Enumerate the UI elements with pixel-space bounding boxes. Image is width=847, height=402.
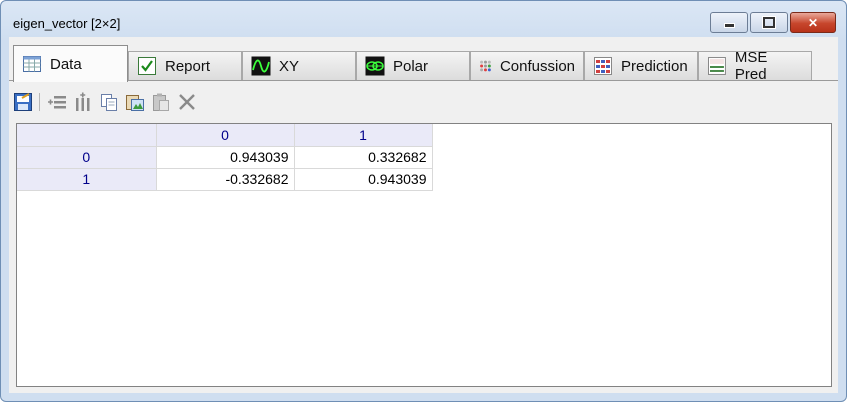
minimize-icon — [723, 23, 735, 28]
tab-polar[interactable]: Polar — [356, 51, 470, 80]
delete-button[interactable] — [176, 92, 197, 113]
tab-label: Data — [50, 55, 82, 73]
insert-rows-button[interactable] — [46, 92, 67, 113]
tab-label: XY — [279, 57, 300, 75]
table-row: 0 0.943039 0.332682 — [17, 146, 433, 169]
insert-columns-icon — [75, 92, 89, 111]
row-header[interactable]: 0 — [17, 146, 157, 169]
data-grid[interactable]: 0 1 0 0.943039 0.332682 1 -0.332682 0.94… — [16, 123, 832, 387]
tab-report[interactable]: Report — [128, 51, 242, 80]
maximize-icon — [762, 16, 776, 29]
edit-image-button[interactable] — [12, 92, 33, 113]
colored-grid-icon — [594, 57, 612, 75]
paste-icon — [152, 93, 169, 111]
tab-data[interactable]: Data — [13, 45, 128, 82]
polar-plot-icon — [365, 56, 385, 76]
toolbar-separator — [39, 93, 40, 111]
checkmark-icon — [138, 57, 156, 75]
tab-bar: Data Report XY Polar Confussion Predicti… — [13, 45, 812, 83]
copy-icon — [100, 94, 117, 111]
grid-icon — [23, 56, 41, 72]
tab-confussion[interactable]: Confussion — [470, 51, 584, 80]
window-controls: ✕ — [710, 12, 836, 33]
minimize-button[interactable] — [710, 12, 748, 33]
table-cell[interactable]: 0.943039 — [294, 168, 433, 191]
client-area: Data Report XY Polar Confussion Predicti… — [9, 37, 838, 393]
tab-label: Polar — [393, 57, 429, 75]
window: eigen_vector [2×2] ✕ Data Report XY Pola… — [0, 0, 847, 402]
mse-icon — [707, 57, 726, 75]
delete-icon — [178, 94, 195, 110]
header-row: 0 1 — [17, 124, 433, 147]
insert-columns-button[interactable] — [72, 92, 93, 113]
tab-mse-pred[interactable]: MSE Pred — [698, 49, 812, 83]
table-cell[interactable]: -0.332682 — [156, 168, 295, 191]
column-header[interactable]: 0 — [156, 124, 295, 147]
close-icon: ✕ — [807, 15, 819, 30]
insert-rows-icon — [47, 96, 66, 109]
sine-wave-icon — [251, 56, 271, 76]
data-table: 0 1 0 0.943039 0.332682 1 -0.332682 0.94… — [17, 124, 433, 191]
paste-image-button[interactable] — [124, 92, 145, 113]
close-button[interactable]: ✕ — [790, 12, 836, 33]
maximize-button[interactable] — [750, 12, 788, 33]
table-cell[interactable]: 0.332682 — [294, 146, 433, 169]
toolbar — [12, 90, 197, 114]
copy-button[interactable] — [98, 92, 119, 113]
tab-label: Report — [165, 57, 211, 75]
corner-cell[interactable] — [17, 124, 157, 147]
dots-matrix-icon — [480, 60, 491, 72]
tab-prediction[interactable]: Prediction — [584, 51, 698, 80]
window-title: eigen_vector [2×2] — [13, 16, 121, 31]
table-row: 1 -0.332682 0.943039 — [17, 168, 433, 191]
tab-label: Prediction — [621, 57, 688, 75]
row-header[interactable]: 1 — [17, 168, 157, 191]
tab-xy[interactable]: XY — [242, 51, 356, 80]
tab-label: MSE Pred — [734, 49, 768, 83]
tab-label: Confussion — [499, 57, 575, 75]
paste-button[interactable] — [150, 92, 171, 113]
paste-image-icon — [125, 95, 144, 111]
edit-image-icon — [13, 93, 32, 111]
table-cell[interactable]: 0.943039 — [156, 146, 295, 169]
column-header[interactable]: 1 — [294, 124, 433, 147]
